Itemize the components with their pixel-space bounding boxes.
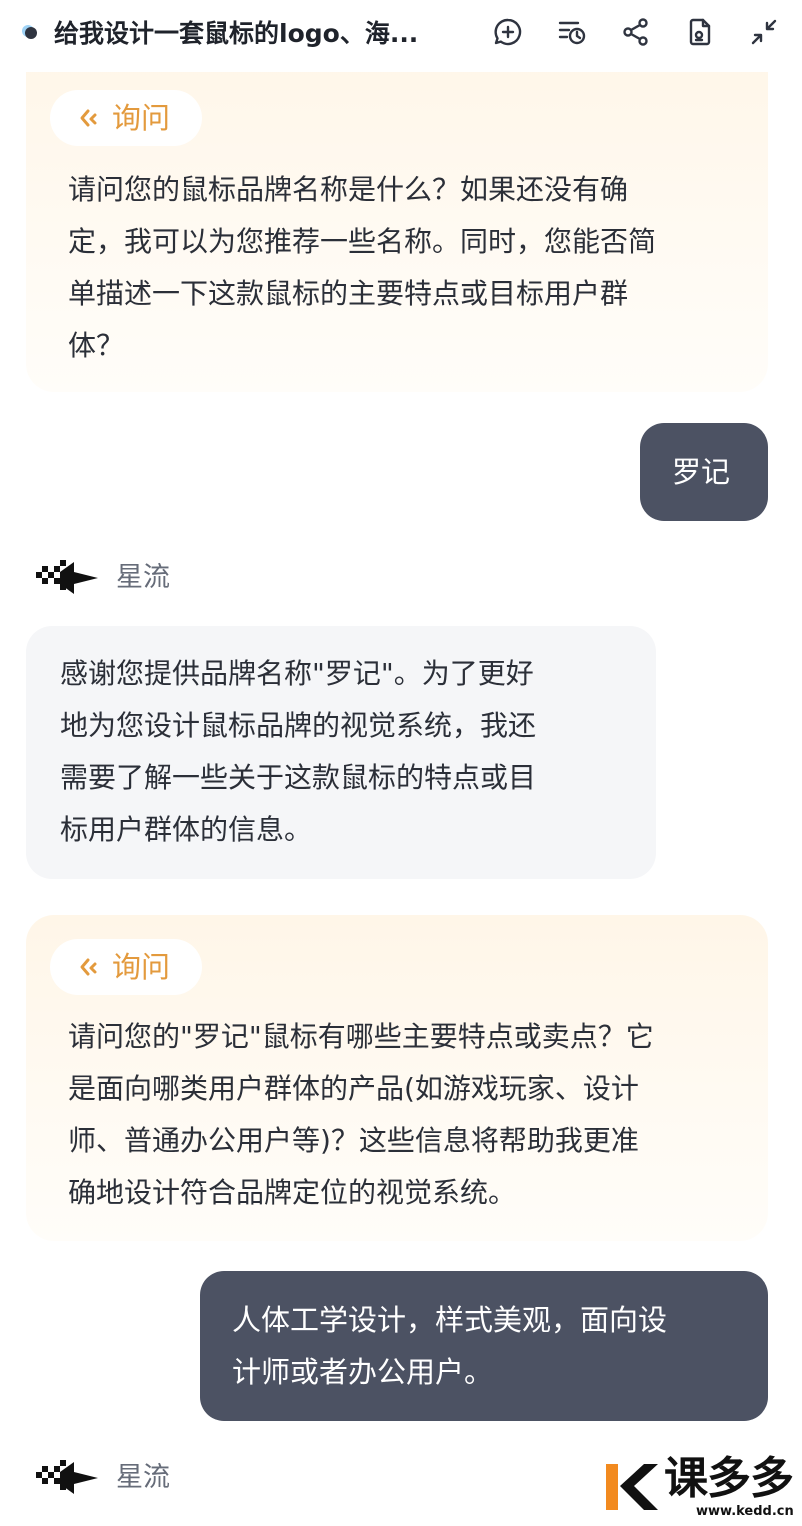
inquiry-icon: [80, 958, 97, 976]
text-line: 人体工学设计，样式美观，面向设: [232, 1303, 668, 1337]
text-line: 请问您的鼠标品牌名称是什么？如果还没有确: [68, 173, 629, 206]
history-icon[interactable]: [556, 16, 588, 48]
inquiry-text: 请问您的鼠标品牌名称是什么？如果还没有确 定，我可以为您推荐一些名称。同时，您能…: [68, 164, 748, 372]
inquiry-label: 询问: [112, 950, 171, 984]
text-line: 需要了解一些关于这款鼠标的特点或目: [60, 761, 537, 794]
watermark-title: 课多多: [664, 1453, 794, 1504]
text-line: 是面向哪类用户群体的产品(如游戏玩家、设计: [68, 1072, 639, 1105]
document-icon[interactable]: [684, 16, 716, 48]
text-line: 体？: [68, 329, 125, 362]
inquiry-badge: 询问: [50, 90, 202, 146]
inquiry-card: 询问 请问您的鼠标品牌名称是什么？如果还没有确 定，我可以为您推荐一些名称。同时…: [26, 40, 768, 392]
assistant-name: 星流: [116, 1462, 170, 1493]
xingliu-logo-icon: [36, 1460, 98, 1494]
collapse-icon[interactable]: [748, 16, 780, 48]
text-line: 请问您的"罗记"鼠标有哪些主要特点或卖点？它: [68, 1020, 654, 1053]
kedd-watermark: 课多多 www.kedd.cn: [600, 1452, 800, 1522]
chat-header: 给我设计一套鼠标的logo、海...: [0, 0, 802, 72]
text-line: 计师或者办公用户。: [232, 1355, 494, 1389]
text-line: 地为您设计鼠标品牌的视觉系统，我还: [60, 709, 537, 742]
inquiry-card: 询问 请问您的"罗记"鼠标有哪些主要特点或卖点？它 是面向哪类用户群体的产品(如…: [26, 915, 768, 1241]
user-message: 人体工学设计，样式美观，面向设 计师或者办公用户。: [200, 1271, 768, 1421]
text-line: 确地设计符合品牌定位的视觉系统。: [68, 1176, 517, 1209]
assistant-name: 星流: [116, 562, 170, 593]
text-line: 标用户群体的信息。: [60, 813, 313, 846]
text-line: 师、普通办公用户等)？这些信息将帮助我更准: [68, 1124, 639, 1157]
chat-title[interactable]: 给我设计一套鼠标的logo、海...: [54, 14, 474, 54]
inquiry-text: 请问您的"罗记"鼠标有哪些主要特点或卖点？它 是面向哪类用户群体的产品(如游戏玩…: [68, 1011, 748, 1219]
text-line: 定，我可以为您推荐一些名称。同时，您能否简: [68, 225, 657, 258]
text-line: 感谢您提供品牌名称"罗记"。为了更好: [60, 657, 534, 690]
text-line: 单描述一下这款鼠标的主要特点或目标用户群: [68, 277, 629, 310]
share-icon[interactable]: [620, 16, 652, 48]
status-dot-icon: [25, 27, 37, 39]
inquiry-badge: 询问: [50, 939, 202, 995]
assistant-message: 感谢您提供品牌名称"罗记"。为了更好 地为您设计鼠标品牌的视觉系统，我还 需要了…: [26, 626, 656, 879]
kedd-logo-icon: [606, 1464, 658, 1510]
watermark-url: www.kedd.cn: [696, 1504, 794, 1519]
add-chat-icon[interactable]: [492, 16, 524, 48]
inquiry-icon: [80, 109, 97, 127]
text-line: 罗记: [672, 455, 731, 489]
xingliu-logo-icon: [36, 560, 98, 594]
inquiry-label: 询问: [112, 101, 171, 135]
user-message: 罗记: [640, 423, 768, 521]
